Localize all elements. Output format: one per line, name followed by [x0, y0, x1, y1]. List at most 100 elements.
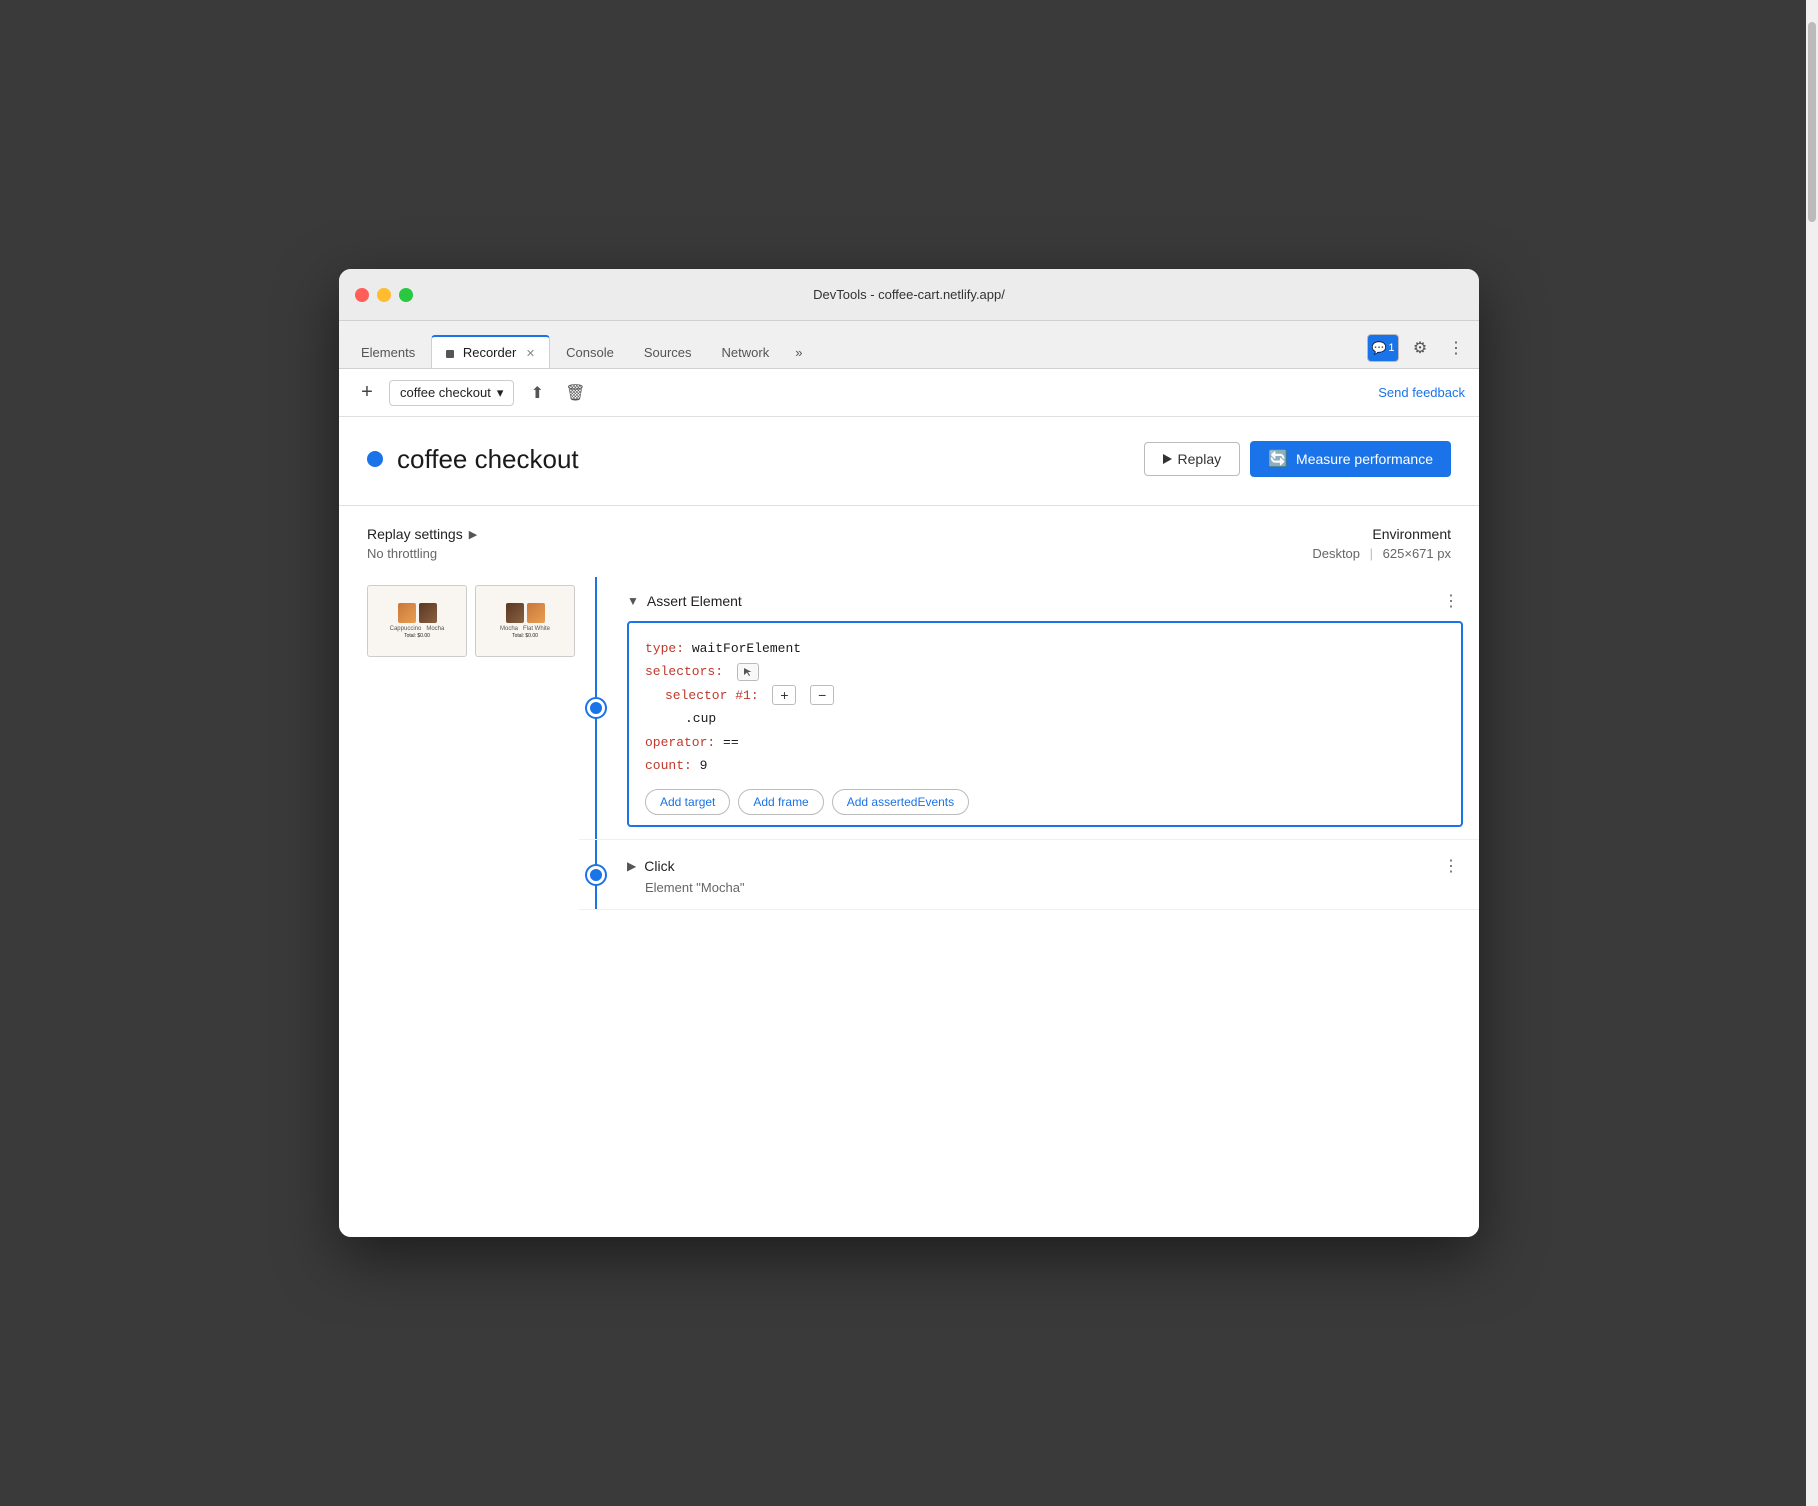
measure-performance-label: Measure performance [1296, 451, 1433, 467]
add-recording-button[interactable]: + [353, 379, 381, 407]
replay-settings-section: Replay settings ▶ No throttling [367, 526, 477, 561]
tab-more-button[interactable]: » [785, 337, 812, 368]
ellipsis-icon: ⋮ [1448, 338, 1464, 358]
add-target-button[interactable]: Add target [645, 789, 730, 815]
close-button[interactable] [355, 288, 369, 302]
code-type-value: waitForElement [692, 641, 801, 656]
titlebar-buttons [355, 288, 413, 302]
replay-label: Replay [1178, 451, 1222, 467]
code-count-key: count: [645, 758, 692, 773]
thumbnail-labels-2: Mocha Flat White [500, 626, 550, 632]
thumbnail-1[interactable]: Cappuccino Mocha Total: $0.00 [367, 585, 467, 657]
tab-close-icon[interactable]: ✕ [526, 348, 535, 360]
cursor-icon [742, 666, 754, 678]
titlebar: DevTools - coffee-cart.netlify.app/ [339, 269, 1479, 321]
environment-value: Desktop | 625×671 px [1312, 546, 1451, 561]
environment-device: Desktop [1312, 546, 1360, 561]
environment-size: 625×671 px [1383, 546, 1451, 561]
recorder-icon [446, 350, 454, 358]
selector-minus-button[interactable]: − [810, 685, 834, 705]
thumbnail-total-2: Total: $0.00 [512, 633, 538, 639]
tab-sources[interactable]: Sources [630, 337, 706, 368]
coffee-cup-4 [527, 603, 545, 623]
dropdown-arrow-icon: ▾ [497, 385, 504, 401]
steps-area: ▼ Assert Element ⋮ type: waitForElement … [579, 577, 1479, 910]
settings-arrow-icon: ▶ [469, 528, 477, 541]
recording-status-dot [367, 451, 383, 467]
code-line-selectors: selectors: [645, 660, 1445, 683]
play-icon [1163, 454, 1172, 464]
thumbnail-group: Cappuccino Mocha Total: $0.00 Mocha Flat… [367, 585, 563, 657]
tab-recorder[interactable]: Recorder ✕ [431, 335, 550, 368]
coffee-cup-3 [506, 603, 524, 623]
code-line-count: count: 9 [645, 754, 1445, 777]
step-more-button-1[interactable]: ⋮ [1439, 589, 1463, 613]
recording-name-label: coffee checkout [400, 385, 491, 400]
click-step: ▶ Click ⋮ Element "Mocha" [579, 840, 1479, 910]
tab-network[interactable]: Network [708, 337, 784, 368]
toolbar: + coffee checkout ▾ ⬆ 🗑 Send feedback [339, 369, 1479, 417]
more-options-button[interactable]: ⋮ [1441, 334, 1471, 362]
gear-icon: ⚙ [1413, 338, 1427, 358]
code-operator-key: operator: [645, 735, 715, 750]
click-step-header: ▶ Click ⋮ [627, 854, 1463, 878]
notifications-count: 1 [1388, 342, 1394, 354]
code-line-selector1: selector #1: + − [645, 684, 1445, 707]
coffee-cup-2 [419, 603, 437, 623]
recording-header: coffee checkout Replay 🔄 Measure perform… [367, 441, 1451, 477]
send-feedback-link[interactable]: Send feedback [1378, 385, 1465, 400]
coffee-items-display [398, 603, 437, 623]
code-line-operator: operator: == [645, 731, 1445, 754]
export-button[interactable]: ⬆ [522, 378, 552, 408]
step-title-text: Assert Element [647, 593, 742, 609]
tab-console[interactable]: Console [552, 337, 628, 368]
selector-picker-button[interactable] [737, 663, 759, 681]
replay-settings-label-text: Replay settings [367, 526, 463, 542]
titlebar-title: DevTools - coffee-cart.netlify.app/ [813, 287, 1005, 302]
add-frame-button[interactable]: Add frame [738, 789, 823, 815]
thumbnail-labels: Cappuccino Mocha [390, 626, 445, 632]
step-collapse-arrow[interactable]: ▼ [627, 594, 639, 608]
click-step-subtitle: Element "Mocha" [627, 880, 1463, 895]
coffee-cup-1 [398, 603, 416, 623]
click-step-collapse-arrow[interactable]: ▶ [627, 859, 636, 873]
notifications-button[interactable]: 💬 1 [1367, 334, 1399, 362]
code-selector-value: .cup [685, 711, 716, 726]
recording-title: coffee checkout [397, 444, 1144, 475]
maximize-button[interactable] [399, 288, 413, 302]
tab-elements[interactable]: Elements [347, 337, 429, 368]
environment-separator: | [1370, 546, 1373, 561]
assert-element-code-block: type: waitForElement selectors: [627, 621, 1463, 827]
code-actions: Add target Add frame Add assertedEvents [645, 789, 1445, 815]
settings-row: Replay settings ▶ No throttling Environm… [367, 506, 1451, 577]
click-step-left: ▶ Click [627, 858, 675, 874]
measure-performance-button[interactable]: 🔄 Measure performance [1250, 441, 1451, 477]
step-dot-1 [587, 699, 605, 717]
environment-label: Environment [1312, 526, 1451, 542]
environment-section: Environment Desktop | 625×671 px [1312, 526, 1451, 561]
assert-element-step: ▼ Assert Element ⋮ type: waitForElement … [579, 577, 1479, 840]
devtools-window: DevTools - coffee-cart.netlify.app/ Elem… [339, 269, 1479, 1237]
thumbnail-total: Total: $0.00 [404, 633, 430, 639]
tab-right-actions: 💬 1 ⚙ ⋮ [1367, 334, 1471, 368]
step-title-1: ▼ Assert Element [627, 593, 742, 609]
sidebar-thumbnails: Cappuccino Mocha Total: $0.00 Mocha Flat… [339, 577, 579, 910]
thumbnail-2-inner: Mocha Flat White Total: $0.00 [476, 586, 574, 656]
replay-button[interactable]: Replay [1144, 442, 1241, 476]
step-more-button-2[interactable]: ⋮ [1439, 854, 1463, 878]
coffee-items-display-2 [506, 603, 545, 623]
performance-icon: 🔄 [1268, 449, 1288, 469]
settings-button[interactable]: ⚙ [1405, 334, 1435, 362]
selector-add-button[interactable]: + [772, 685, 796, 705]
delete-recording-button[interactable]: 🗑 [560, 378, 590, 408]
trash-icon: 🗑 [565, 383, 585, 403]
throttling-value: No throttling [367, 546, 477, 561]
code-line-type: type: waitForElement [645, 637, 1445, 660]
code-count-value: 9 [700, 758, 708, 773]
thumbnail-2[interactable]: Mocha Flat White Total: $0.00 [475, 585, 575, 657]
minimize-button[interactable] [377, 288, 391, 302]
recording-selector[interactable]: coffee checkout ▾ [389, 380, 514, 406]
replay-settings-button[interactable]: Replay settings ▶ [367, 526, 477, 542]
upload-icon: ⬆ [531, 383, 544, 403]
add-asserted-events-button[interactable]: Add assertedEvents [832, 789, 969, 815]
